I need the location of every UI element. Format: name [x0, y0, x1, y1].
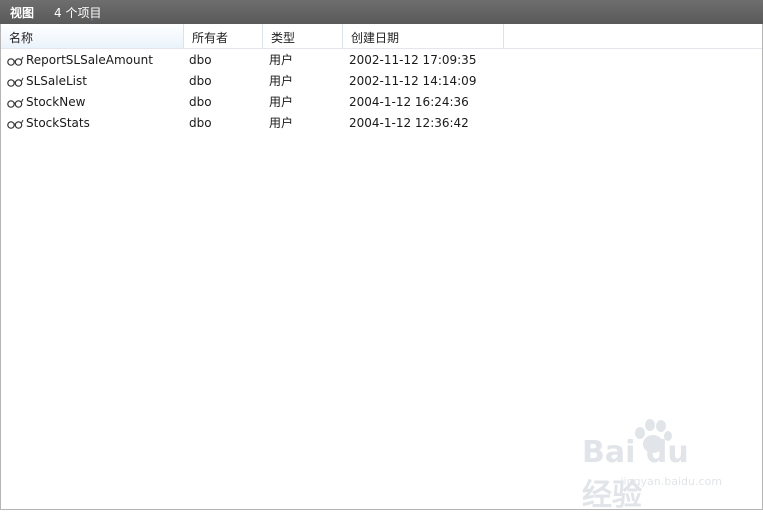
row-name-cell: StockStats	[6, 113, 90, 134]
panel-title: 视图	[10, 5, 35, 20]
row-name: SLSaleList	[26, 74, 87, 88]
row-created: 2004-1-12 12:36:42	[349, 116, 469, 130]
view-glasses-icon	[7, 56, 24, 66]
column-header-owner-label: 所有者	[192, 31, 229, 45]
title-bar: 视图 4 个项目	[0, 0, 763, 24]
column-header-type[interactable]: 类型	[263, 24, 343, 48]
row-type: 用户	[269, 116, 294, 130]
row-name: StockNew	[26, 95, 86, 109]
view-glasses-icon	[7, 77, 24, 87]
column-header-name[interactable]: ˄ 名称	[1, 18, 184, 48]
row-type: 用户	[269, 74, 294, 88]
view-glasses-icon	[7, 98, 24, 108]
row-name: StockStats	[26, 116, 90, 130]
rows-container: ReportSLSaleAmount dbo 用户 2002-11-12 17:…	[1, 50, 762, 134]
list-view[interactable]: ˄ 名称 所有者 类型 创建日期 ReportSLSaleAmount dbo …	[0, 18, 763, 513]
row-owner: dbo	[189, 95, 212, 109]
row-owner: dbo	[189, 74, 212, 88]
column-header-owner[interactable]: 所有者	[184, 24, 263, 48]
row-name-cell: SLSaleList	[6, 71, 87, 92]
baidu-jingyan-watermark: Bai du 经验 jingyan.baidu.com	[582, 419, 722, 513]
table-row[interactable]: ReportSLSaleAmount dbo 用户 2002-11-12 17:…	[1, 50, 762, 71]
row-type: 用户	[269, 53, 294, 67]
row-name: ReportSLSaleAmount	[26, 53, 153, 67]
row-owner: dbo	[189, 116, 212, 130]
watermark-url: jingyan.baidu.com	[620, 475, 722, 488]
view-glasses-icon	[7, 119, 24, 129]
row-type: 用户	[269, 95, 294, 109]
sort-ascending-icon: ˄	[89, 18, 95, 29]
row-name-cell: StockNew	[6, 92, 85, 113]
row-owner: dbo	[189, 53, 212, 67]
table-row[interactable]: StockNew dbo 用户 2004-1-12 16:24:36	[1, 92, 762, 113]
row-name-cell: ReportSLSaleAmount	[6, 50, 153, 71]
row-created: 2002-11-12 17:09:35	[349, 53, 477, 67]
column-header-row: ˄ 名称 所有者 类型 创建日期	[1, 18, 762, 49]
column-header-name-label: 名称	[9, 31, 34, 45]
table-row[interactable]: StockStats dbo 用户 2004-1-12 12:36:42	[1, 113, 762, 134]
column-header-type-label: 类型	[271, 31, 296, 45]
table-row[interactable]: SLSaleList dbo 用户 2002-11-12 14:14:09	[1, 71, 762, 92]
column-header-created[interactable]: 创建日期	[343, 24, 504, 48]
row-created: 2002-11-12 14:14:09	[349, 74, 477, 88]
row-created: 2004-1-12 16:24:36	[349, 95, 469, 109]
column-header-created-label: 创建日期	[351, 31, 400, 45]
